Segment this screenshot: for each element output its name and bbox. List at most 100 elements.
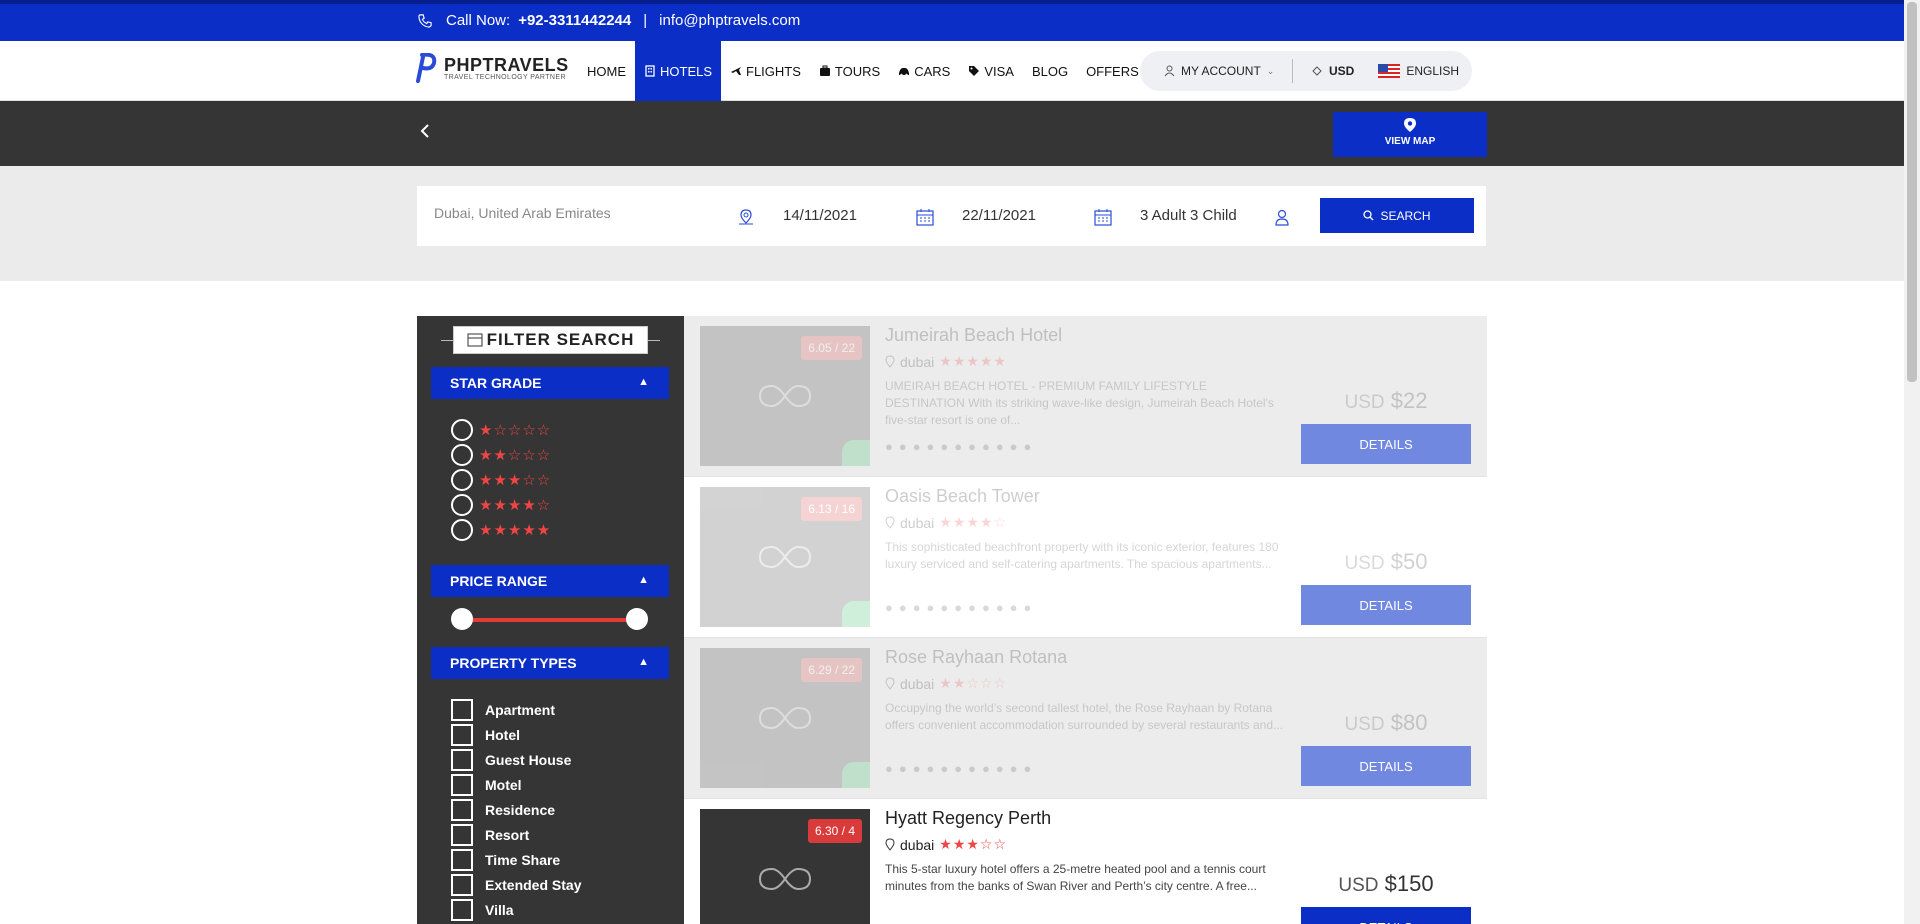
calendar-icon [916,209,934,226]
star-filter-1[interactable]: ★☆☆☆☆ [451,419,551,441]
language-selector[interactable]: ENGLISH [1354,64,1459,78]
hotel-city: dubai [900,836,935,853]
calendar-icon [1094,209,1112,226]
phone-number[interactable]: +92-3311442244 [518,12,631,29]
nav-hotels[interactable]: HOTELS [635,41,722,101]
nav-flights-label: FLIGHTS [746,63,801,79]
wishlist-heart-icon[interactable] [842,440,870,466]
hotel-name[interactable]: Hyatt Regency Perth [885,808,1051,829]
star-grade-header[interactable]: STAR GRADE ▲ [431,367,669,399]
nav-home[interactable]: HOME [578,41,635,101]
property-type-time-share[interactable]: Time Share [451,849,560,871]
property-type-resort[interactable]: Resort [451,824,529,846]
filter-sidebar: FILTER SEARCH STAR GRADE ▲ ★☆☆☆☆ ★★☆☆☆ ★… [417,316,684,924]
checkbox[interactable] [451,699,473,721]
checkbox[interactable] [451,724,473,746]
search-button[interactable]: SEARCH [1320,198,1474,233]
property-type-label: Apartment [485,702,556,718]
property-type-extended-stay[interactable]: Extended Stay [451,874,581,896]
hotel-location: dubai ★★☆☆☆ [885,675,1007,692]
star-filter-3[interactable]: ★★★☆☆ [451,469,551,491]
star-filter-4[interactable]: ★★★★☆ [451,494,551,516]
loading-icon [758,867,812,891]
hotel-image[interactable]: 6.29 / 22 [700,648,870,788]
property-type-residence[interactable]: Residence [451,799,555,821]
details-button[interactable]: DETAILS [1301,907,1471,924]
rating-badge: 6.05 / 22 [801,336,862,360]
hotel-description: This sophisticated beachfront property w… [885,540,1279,571]
details-button[interactable]: DETAILS [1301,585,1471,625]
radio-button[interactable] [451,519,473,541]
view-map-button[interactable]: VIEW MAP [1333,112,1487,157]
nav-cars-label: CARS [914,63,951,79]
checkbox[interactable] [451,874,473,896]
destination-input[interactable]: Dubai, United Arab Emirates [434,205,611,221]
nav-flights[interactable]: FLIGHTS [721,41,810,101]
property-type-label: Motel [485,777,522,793]
nav-blog[interactable]: BLOG [1023,41,1077,101]
back-button[interactable] [418,121,438,141]
hotel-image[interactable]: 6.30 / 4 [700,809,870,924]
nav-tours[interactable]: TOURS [810,41,889,101]
property-type-apartment[interactable]: Apartment [451,699,555,721]
radio-button[interactable] [451,494,473,516]
hotel-name[interactable]: Rose Rayhaan Rotana [885,647,1067,668]
price-slider-min-handle[interactable] [451,608,473,630]
checkbox[interactable] [451,899,473,921]
price-range-header[interactable]: PRICE RANGE ▲ [431,565,669,597]
checkbox[interactable] [451,849,473,871]
page-scrollbar[interactable] [1904,0,1920,924]
star-filter-2[interactable]: ★★☆☆☆ [451,444,551,466]
checkin-input[interactable]: 14/11/2021 [783,207,857,224]
nav-visa[interactable]: VISA [959,41,1023,101]
nav-tours-label: TOURS [834,63,881,79]
wishlist-heart-icon[interactable] [842,601,870,627]
checkbox[interactable] [451,824,473,846]
checkbox[interactable] [451,774,473,796]
amenity-icons: ●●●●●●●●●●● [885,600,1038,615]
star-rating: ★☆☆☆☆ [479,422,552,439]
property-types-header[interactable]: PROPERTY TYPES ▲ [431,647,669,679]
nav-menu: HOME HOTELS FLIGHTS TOURS CARS VISA BLOG… [578,41,1148,101]
email-link[interactable]: info@phptravels.com [659,12,800,29]
radio-button[interactable] [451,419,473,441]
property-type-label: Villa [485,902,514,918]
price-slider-max-handle[interactable] [626,608,648,630]
loading-icon [758,706,812,730]
details-button[interactable]: DETAILS [1301,746,1471,786]
logo[interactable]: PHPTRAVELS TRAVEL TECHNOLOGY PARTNER [414,53,569,83]
property-type-villa[interactable]: Villa [451,899,514,921]
guests-input[interactable]: 3 Adult 3 Child [1140,207,1237,224]
radio-button[interactable] [451,444,473,466]
price-slider-track[interactable] [462,618,637,622]
nav-offers[interactable]: OFFERS [1077,41,1148,101]
wishlist-heart-icon[interactable] [842,762,870,788]
scrollbar-thumb[interactable] [1907,2,1917,382]
price-currency: USD [1338,875,1379,896]
property-type-motel[interactable]: Motel [451,774,522,796]
hotel-image[interactable]: 6.13 / 16 [700,487,870,627]
hotel-name[interactable]: Oasis Beach Tower [885,486,1040,507]
location-icon [739,209,753,225]
price-currency: USD [1344,714,1385,735]
star-filter-5[interactable]: ★★★★★ [451,519,551,541]
nav-cars[interactable]: CARS [889,41,959,101]
details-button[interactable]: DETAILS [1301,424,1471,464]
property-type-guest-house[interactable]: Guest House [451,749,571,771]
separator: | [643,12,648,29]
page-header-strip: VIEW MAP [0,101,1904,166]
my-account-dropdown[interactable]: MY ACCOUNT ⌄ [1140,64,1292,78]
price-amount: $50 [1390,549,1428,574]
nav-blog-label: BLOG [1031,63,1069,79]
property-type-hotel[interactable]: Hotel [451,724,520,746]
radio-button[interactable] [451,469,473,491]
checkout-input[interactable]: 22/11/2021 [962,207,1036,224]
hotel-image[interactable]: 6.05 / 22 [700,326,870,466]
plane-icon [731,67,742,75]
my-account-label: MY ACCOUNT [1181,64,1261,78]
hotel-price: USD $50 [1301,549,1471,575]
checkbox[interactable] [451,799,473,821]
checkbox[interactable] [451,749,473,771]
currency-selector[interactable]: USD [1293,64,1354,78]
hotel-name[interactable]: Jumeirah Beach Hotel [885,325,1062,346]
